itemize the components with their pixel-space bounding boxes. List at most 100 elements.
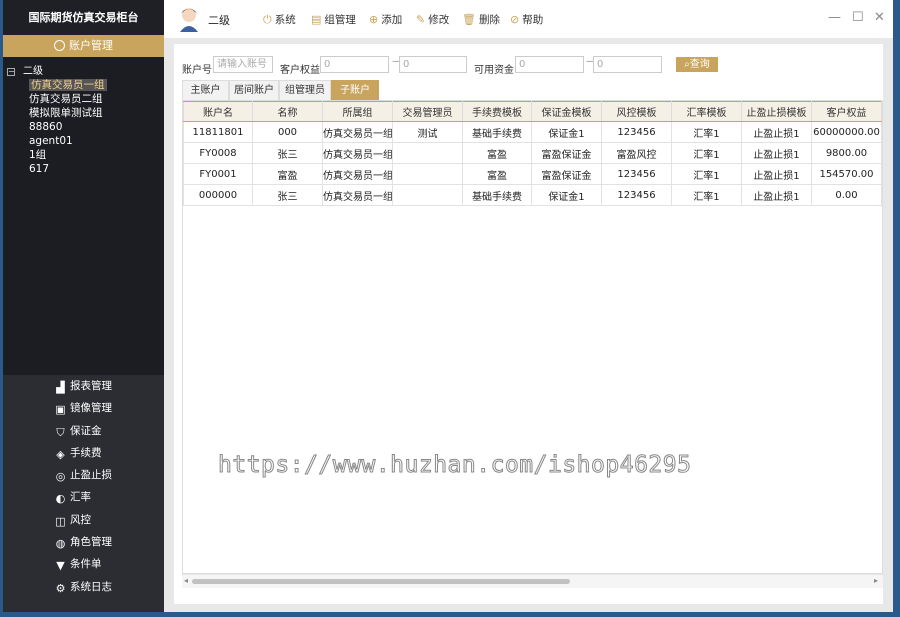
- column-header[interactable]: 汇率模板: [671, 101, 742, 122]
- tree-item-label: 88860: [29, 121, 63, 133]
- menu-item-margin[interactable]: ⛉ 保证金: [3, 420, 164, 442]
- table-cell: 123456: [601, 121, 672, 143]
- table-row[interactable]: FY0008 张三 仿真交易员一组 富盈 富盈保证金 富盈风控 汇率1 止盈止损1 9800.0…: [183, 142, 882, 164]
- help-button[interactable]: ⊘ 帮助: [510, 12, 543, 27]
- tree-item-label: 仿真交易员一组: [29, 79, 107, 91]
- menu-item-mirror[interactable]: ▣ 镜像管理: [3, 397, 164, 419]
- help-label: 帮助: [522, 14, 544, 26]
- tree-item[interactable]: 仿真交易员一组: [7, 78, 164, 92]
- account-input[interactable]: 请输入账号: [213, 56, 273, 73]
- equity-to-input[interactable]: 0: [399, 56, 467, 73]
- column-header[interactable]: 所属组: [322, 101, 393, 122]
- equity-from-input[interactable]: 0: [320, 56, 389, 73]
- tree-item[interactable]: 1组: [7, 148, 164, 162]
- tab-main-account[interactable]: 主账户: [182, 80, 229, 100]
- menu-item-logs[interactable]: ⚙ 系统日志: [3, 576, 164, 598]
- table-row[interactable]: 11811801 000 仿真交易员一组 测试 基础手续费 保证金1 123456 汇率1 止盈…: [183, 121, 882, 143]
- help-icon: ⊘: [510, 13, 520, 26]
- menu-item-exchange[interactable]: ◐ 汇率: [3, 486, 164, 508]
- table-cell: 富盈: [462, 142, 532, 164]
- table-cell: 123456: [601, 184, 672, 206]
- collapse-icon[interactable]: −: [7, 68, 15, 76]
- column-header[interactable]: 账户名: [183, 101, 253, 122]
- table-cell: [392, 184, 463, 206]
- table-cell: 富盈: [252, 163, 323, 185]
- table-cell: 富盈风控: [601, 142, 672, 164]
- app-window: 国际期货仿真交易柜台 账户管理 − 二级 仿真交易员一组 仿真交易员二组 模拟限单…: [3, 0, 893, 612]
- delete-label: 删除: [478, 14, 500, 26]
- main-content: 账户号 请输入账号 客户权益 0 — 0 可用资金 0 — 0 ⌕查询 主账户 …: [164, 38, 893, 612]
- table-cell: FY0001: [183, 163, 253, 185]
- table-header: 账户名 名称 所属组 交易管理员 手续费模板 保证金模板 风控模板 汇率模板 止…: [183, 101, 882, 122]
- menu-item-label: 条件单: [70, 558, 102, 571]
- table-cell: 汇率1: [671, 142, 742, 164]
- brand-title: 国际期货仿真交易柜台: [3, 0, 164, 35]
- group-mgmt-button[interactable]: ▤ 组管理: [311, 12, 356, 27]
- column-header[interactable]: 保证金模板: [531, 101, 602, 122]
- tree-root[interactable]: − 二级: [7, 65, 164, 78]
- edit-button[interactable]: ✎ 修改: [416, 12, 449, 27]
- maximize-icon[interactable]: ☐: [852, 10, 864, 25]
- pencil-icon: ✎: [416, 13, 426, 26]
- scroll-left-icon[interactable]: ◂: [184, 576, 188, 585]
- column-header[interactable]: 风控模板: [601, 101, 672, 122]
- tree-item[interactable]: 88860: [7, 120, 164, 134]
- menu-item-label: 镜像管理: [70, 402, 112, 415]
- tree-item[interactable]: agent01: [7, 134, 164, 148]
- table-cell: 止盈止损1: [741, 121, 812, 143]
- column-header[interactable]: 客户权益: [811, 101, 882, 122]
- account-management-button[interactable]: 账户管理: [3, 35, 164, 57]
- shield-icon: ⛉: [56, 425, 65, 439]
- table-cell: 止盈止损1: [741, 184, 812, 206]
- table-cell: 000: [252, 121, 323, 143]
- tree-item[interactable]: 617: [7, 162, 164, 176]
- menu-item-label: 汇率: [70, 491, 91, 504]
- tree-item-label: 1组: [29, 149, 47, 161]
- delete-button[interactable]: 🗑 删除: [462, 12, 500, 27]
- menu-item-label: 报表管理: [70, 380, 112, 392]
- scroll-right-icon[interactable]: ▸: [874, 576, 878, 585]
- accounts-panel: 账户号 请输入账号 客户权益 0 — 0 可用资金 0 — 0 ⌕查询 主账户 …: [174, 44, 883, 604]
- tab-group-admin[interactable]: 组管理员: [279, 80, 331, 100]
- add-button[interactable]: ⊕ 添加: [369, 12, 402, 27]
- menu-item-reports[interactable]: ▟ 报表管理: [3, 375, 164, 397]
- table-cell: 000000: [183, 184, 253, 206]
- table-cell: 仿真交易员一组: [322, 142, 393, 164]
- menu-item-conditional[interactable]: ▼ 条件单: [3, 553, 164, 575]
- table-cell: 保证金1: [531, 121, 602, 143]
- menu-item-stop[interactable]: ◎ 止盈止损: [3, 464, 164, 486]
- query-label: 查询: [689, 59, 710, 70]
- system-button[interactable]: ⏻ 系统: [263, 12, 296, 27]
- table-row[interactable]: FY0001 富盈 仿真交易员一组 富盈 富盈保证金 123456 汇率1 止盈止损1 1545…: [183, 163, 882, 185]
- funds-from-input[interactable]: 0: [515, 56, 584, 73]
- power-icon: ⏻: [263, 13, 272, 26]
- tree-item[interactable]: 仿真交易员二组: [7, 92, 164, 106]
- query-button[interactable]: ⌕查询: [676, 57, 718, 72]
- table-cell: [392, 163, 463, 185]
- grid-icon: ▤: [311, 13, 322, 26]
- column-header[interactable]: 止盈止损模板: [741, 101, 812, 122]
- exchange-icon: ◐: [55, 492, 66, 506]
- menu-item-risk[interactable]: ◫ 风控: [3, 509, 164, 531]
- plus-icon: ⊕: [369, 13, 379, 26]
- close-icon[interactable]: ✕: [874, 10, 885, 25]
- funds-to-input[interactable]: 0: [593, 56, 662, 73]
- account-label: 账户号: [182, 65, 212, 76]
- column-header[interactable]: 交易管理员: [392, 101, 463, 122]
- table-cell: 止盈止损1: [741, 142, 812, 164]
- minimize-icon[interactable]: —: [828, 10, 841, 25]
- tab-broker-account[interactable]: 居间账户: [229, 80, 279, 100]
- filter-icon: ▼: [56, 559, 65, 573]
- scrollbar-thumb[interactable]: [192, 579, 570, 584]
- table-row[interactable]: 000000 张三 仿真交易员一组 基础手续费 保证金1 123456 汇率1 止盈止损1 0.…: [183, 184, 882, 206]
- tab-sub-account[interactable]: 子账户: [331, 80, 379, 100]
- menu-item-fees[interactable]: ◈ 手续费: [3, 442, 164, 464]
- horizontal-scrollbar[interactable]: ◂ ▸: [182, 574, 883, 588]
- table-cell: 仿真交易员一组: [322, 163, 393, 185]
- tree-item[interactable]: 模拟限单测试组: [7, 106, 164, 120]
- table-cell: 富盈保证金: [531, 163, 602, 185]
- menu-item-roles[interactable]: ◍ 角色管理: [3, 531, 164, 553]
- column-header[interactable]: 名称: [252, 101, 323, 122]
- toolbar: 二级 ⏻ 系统 ▤ 组管理 ⊕ 添加 ✎ 修改 🗑 删除 ⊘ 帮助 — ☐ ✕: [164, 0, 893, 38]
- column-header[interactable]: 手续费模板: [462, 101, 532, 122]
